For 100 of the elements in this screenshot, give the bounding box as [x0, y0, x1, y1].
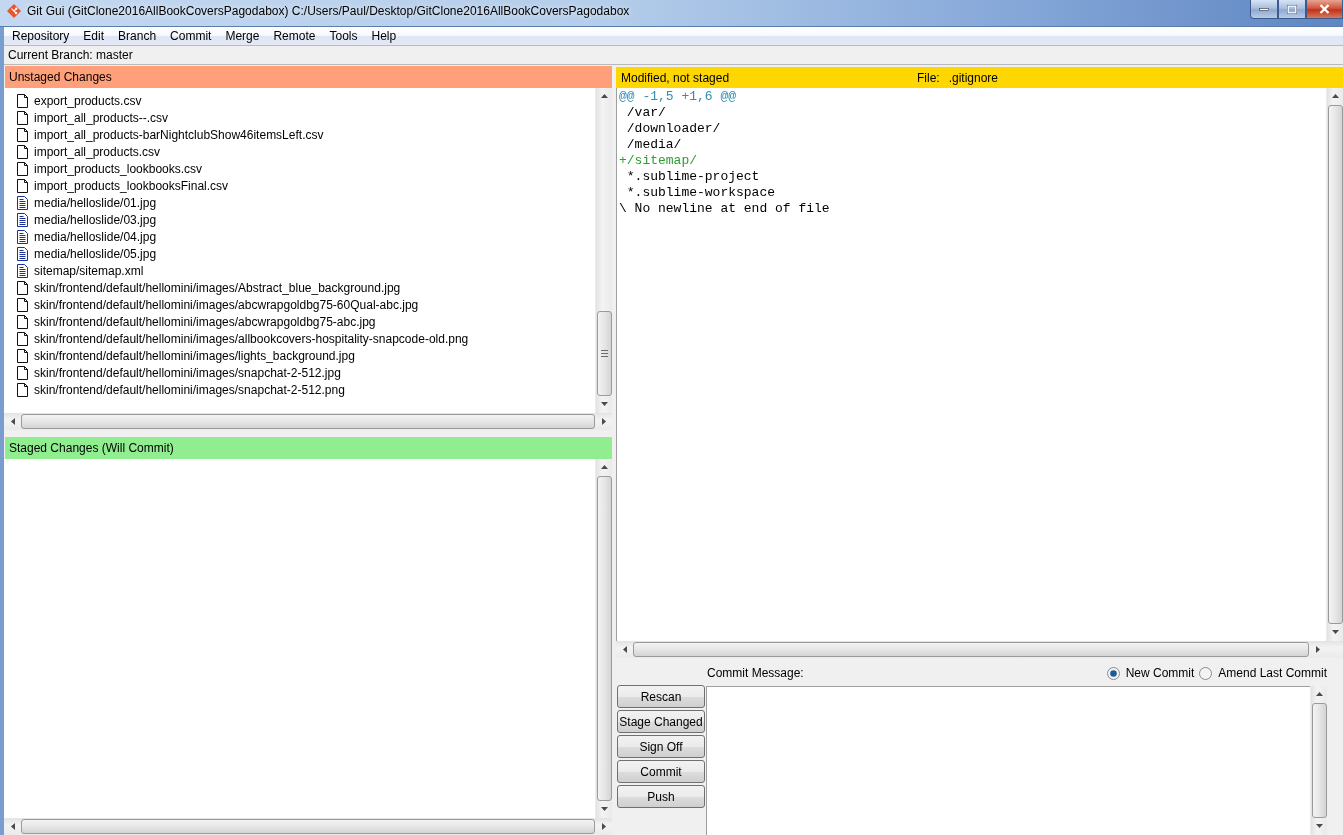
menu-item[interactable]: Remote [266, 26, 323, 46]
file-item[interactable]: export_products.csv [4, 92, 595, 109]
document-lines-icon [17, 263, 28, 278]
file-icon [17, 93, 28, 108]
menu-item[interactable]: Repository [5, 26, 77, 46]
action-button[interactable]: Commit [617, 760, 705, 783]
file-icon [17, 314, 28, 329]
menu-item[interactable]: Branch [111, 26, 164, 46]
file-item[interactable]: import_all_products-barNightclubShow46itemsLeft.csv [4, 126, 595, 143]
arrow-down-icon[interactable] [1315, 824, 1323, 828]
file-icon [17, 127, 28, 142]
horizontal-scrollbar[interactable] [4, 818, 612, 835]
diff-line: /downloader/ [625, 121, 721, 136]
diff-line: +/sitemap/ [619, 153, 697, 168]
file-item[interactable]: import_all_products.csv [4, 143, 595, 160]
file-item[interactable]: skin/frontend/default/hellomini/images/abcwrapgoldbg75-60Qual-abc.jpg [4, 296, 595, 313]
menu-item[interactable]: Merge [218, 26, 267, 46]
commit-mode-radio[interactable]: New Commit [1106, 666, 1195, 680]
diff-line: /media/ [625, 137, 682, 152]
arrow-right-icon[interactable] [1316, 646, 1320, 653]
grip-icon [600, 349, 608, 357]
arrow-down-icon[interactable] [600, 807, 608, 811]
menu-item[interactable]: Commit [163, 26, 219, 46]
commit-mode-radio[interactable]: Amend Last Commit [1199, 666, 1327, 680]
document-lines-icon [17, 195, 28, 210]
arrow-left-icon[interactable] [11, 418, 15, 425]
file-item[interactable]: skin/frontend/default/hellomini/images/abcwrapgoldbg75-abc.jpg [4, 313, 595, 330]
file-item[interactable]: skin/frontend/default/hellomini/images/Abstract_blue_background.jpg [4, 279, 595, 296]
window-title: Git Gui (GitClone2016AllBookCoversPagodabox) C:/Users/Paul/Desktop/GitClone2016AllBookCoversPagodabox [27, 4, 630, 18]
action-button[interactable]: Stage Changed [617, 710, 705, 733]
scrollbar-thumb[interactable] [21, 414, 595, 429]
file-icon [17, 110, 28, 125]
vertical-scrollbar[interactable] [1310, 686, 1327, 835]
file-item[interactable]: import_products_lookbooks.csv [4, 160, 595, 177]
horizontal-scrollbar[interactable] [4, 413, 612, 430]
menu-item[interactable]: Edit [76, 26, 112, 46]
scrollbar-thumb[interactable] [633, 642, 1309, 657]
close-icon [1319, 4, 1330, 14]
arrow-up-icon[interactable] [600, 94, 608, 98]
diff-line: \ No newline at end of file [619, 201, 830, 216]
arrow-left-icon[interactable] [623, 646, 627, 653]
file-item[interactable]: skin/frontend/default/hellomini/images/lights_background.jpg [4, 347, 595, 364]
arrow-down-icon[interactable] [1331, 630, 1339, 634]
diff-line: /var/ [625, 105, 666, 120]
arrow-right-icon[interactable] [602, 823, 606, 830]
file-item[interactable]: skin/frontend/default/hellomini/images/allbookcovers-hospitality-snapcode-old.png [4, 330, 595, 347]
commit-message-label: Commit Message: [707, 666, 804, 680]
document-lines-icon [17, 212, 28, 227]
arrow-up-icon[interactable] [600, 465, 608, 469]
document-lines-icon [17, 246, 28, 261]
menu-item[interactable]: Help [364, 26, 404, 46]
close-button[interactable] [1306, 0, 1343, 19]
arrow-up-icon[interactable] [1331, 94, 1339, 98]
commit-message-field[interactable] [706, 686, 1310, 835]
diff-line: @@ -1,5 +1,6 @@ [619, 89, 737, 104]
file-item[interactable]: sitemap/sitemap.xml [4, 262, 595, 279]
file-label: File: [917, 70, 940, 85]
menu-item[interactable]: Tools [322, 26, 365, 46]
file-icon [17, 365, 28, 380]
file-item[interactable]: skin/frontend/default/hellomini/images/snapchat-2-512.png [4, 381, 595, 398]
horizontal-scrollbar[interactable] [616, 641, 1343, 658]
scrollbar-thumb[interactable] [21, 819, 595, 834]
file-item[interactable]: media/helloslide/04.jpg [4, 228, 595, 245]
file-icon [17, 348, 28, 363]
file-item[interactable]: media/helloslide/03.jpg [4, 211, 595, 228]
file-icon [17, 178, 28, 193]
arrow-right-icon[interactable] [602, 418, 606, 425]
arrow-left-icon[interactable] [11, 823, 15, 830]
file-icon [17, 297, 28, 312]
file-icon [17, 144, 28, 159]
maximize-icon [1287, 4, 1297, 14]
arrow-up-icon[interactable] [1315, 692, 1323, 696]
action-button[interactable]: Sign Off [617, 735, 705, 758]
scrollbar-thumb[interactable] [596, 310, 612, 396]
git-logo-icon [7, 4, 21, 18]
file-item[interactable]: import_all_products--.csv [4, 109, 595, 126]
minimize-button[interactable] [1250, 0, 1278, 19]
vertical-scrollbar[interactable] [595, 88, 612, 413]
file-item[interactable]: media/helloslide/01.jpg [4, 194, 595, 211]
diff-status: Modified, not staged [621, 70, 731, 85]
maximize-button[interactable] [1278, 0, 1306, 19]
staged-title: Staged Changes (Will Commit) [9, 441, 174, 455]
unstaged-title: Unstaged Changes [9, 70, 112, 84]
file-name: .gitignore [948, 70, 999, 85]
diff-line: *.sublime-workspace [625, 185, 776, 200]
file-icon [17, 161, 28, 176]
scrollbar-thumb[interactable] [1311, 703, 1327, 818]
current-branch-label: Current Branch: master [8, 48, 133, 62]
action-button[interactable]: Rescan [617, 685, 705, 708]
minimize-icon [1259, 7, 1269, 11]
arrow-down-icon[interactable] [600, 402, 608, 406]
file-item[interactable]: skin/frontend/default/hellomini/images/snapchat-2-512.jpg [4, 364, 595, 381]
file-icon [17, 280, 28, 295]
file-icon [17, 382, 28, 397]
file-item[interactable]: media/helloslide/05.jpg [4, 245, 595, 262]
file-item[interactable]: import_products_lookbooksFinal.csv [4, 177, 595, 194]
diff-line: *.sublime-project [625, 169, 760, 184]
action-button[interactable]: Push [617, 785, 705, 808]
document-lines-icon [17, 229, 28, 244]
file-icon [17, 331, 28, 346]
